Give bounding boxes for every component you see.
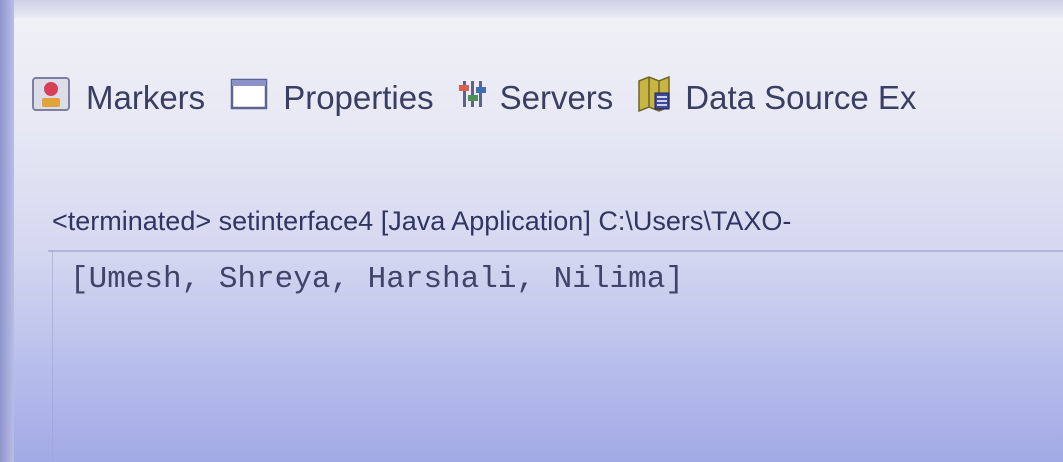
- tab-properties-label: Properties: [283, 79, 434, 116]
- data-source-explorer-icon: [637, 75, 673, 121]
- properties-icon: [229, 76, 271, 120]
- console-divider: [48, 250, 1063, 252]
- tab-data-source-explorer[interactable]: Data Source Ex: [637, 75, 916, 121]
- console-margin-line: [52, 250, 53, 462]
- view-tab-bar: Markers Properties Servers Data Source E…: [30, 62, 1063, 134]
- tab-servers[interactable]: Servers: [458, 77, 614, 119]
- monitor-bezel-top: [0, 0, 1063, 18]
- markers-icon: [30, 74, 74, 122]
- tab-markers-label: Markers: [86, 79, 206, 116]
- eclipse-console-screen: Markers Properties Servers Data Source E…: [0, 0, 1063, 462]
- tab-markers[interactable]: Markers: [30, 74, 205, 122]
- tab-data-source-explorer-label: Data Source Ex: [685, 79, 917, 116]
- monitor-bezel-left: [0, 0, 14, 462]
- console-output[interactable]: [Umesh, Shreya, Harshali, Nilima]: [70, 262, 1060, 297]
- tab-servers-label: Servers: [499, 79, 614, 116]
- console-header: <terminated> setinterface4 [Java Applica…: [52, 206, 792, 236]
- servers-icon: [458, 77, 488, 119]
- tab-properties[interactable]: Properties: [229, 76, 434, 120]
